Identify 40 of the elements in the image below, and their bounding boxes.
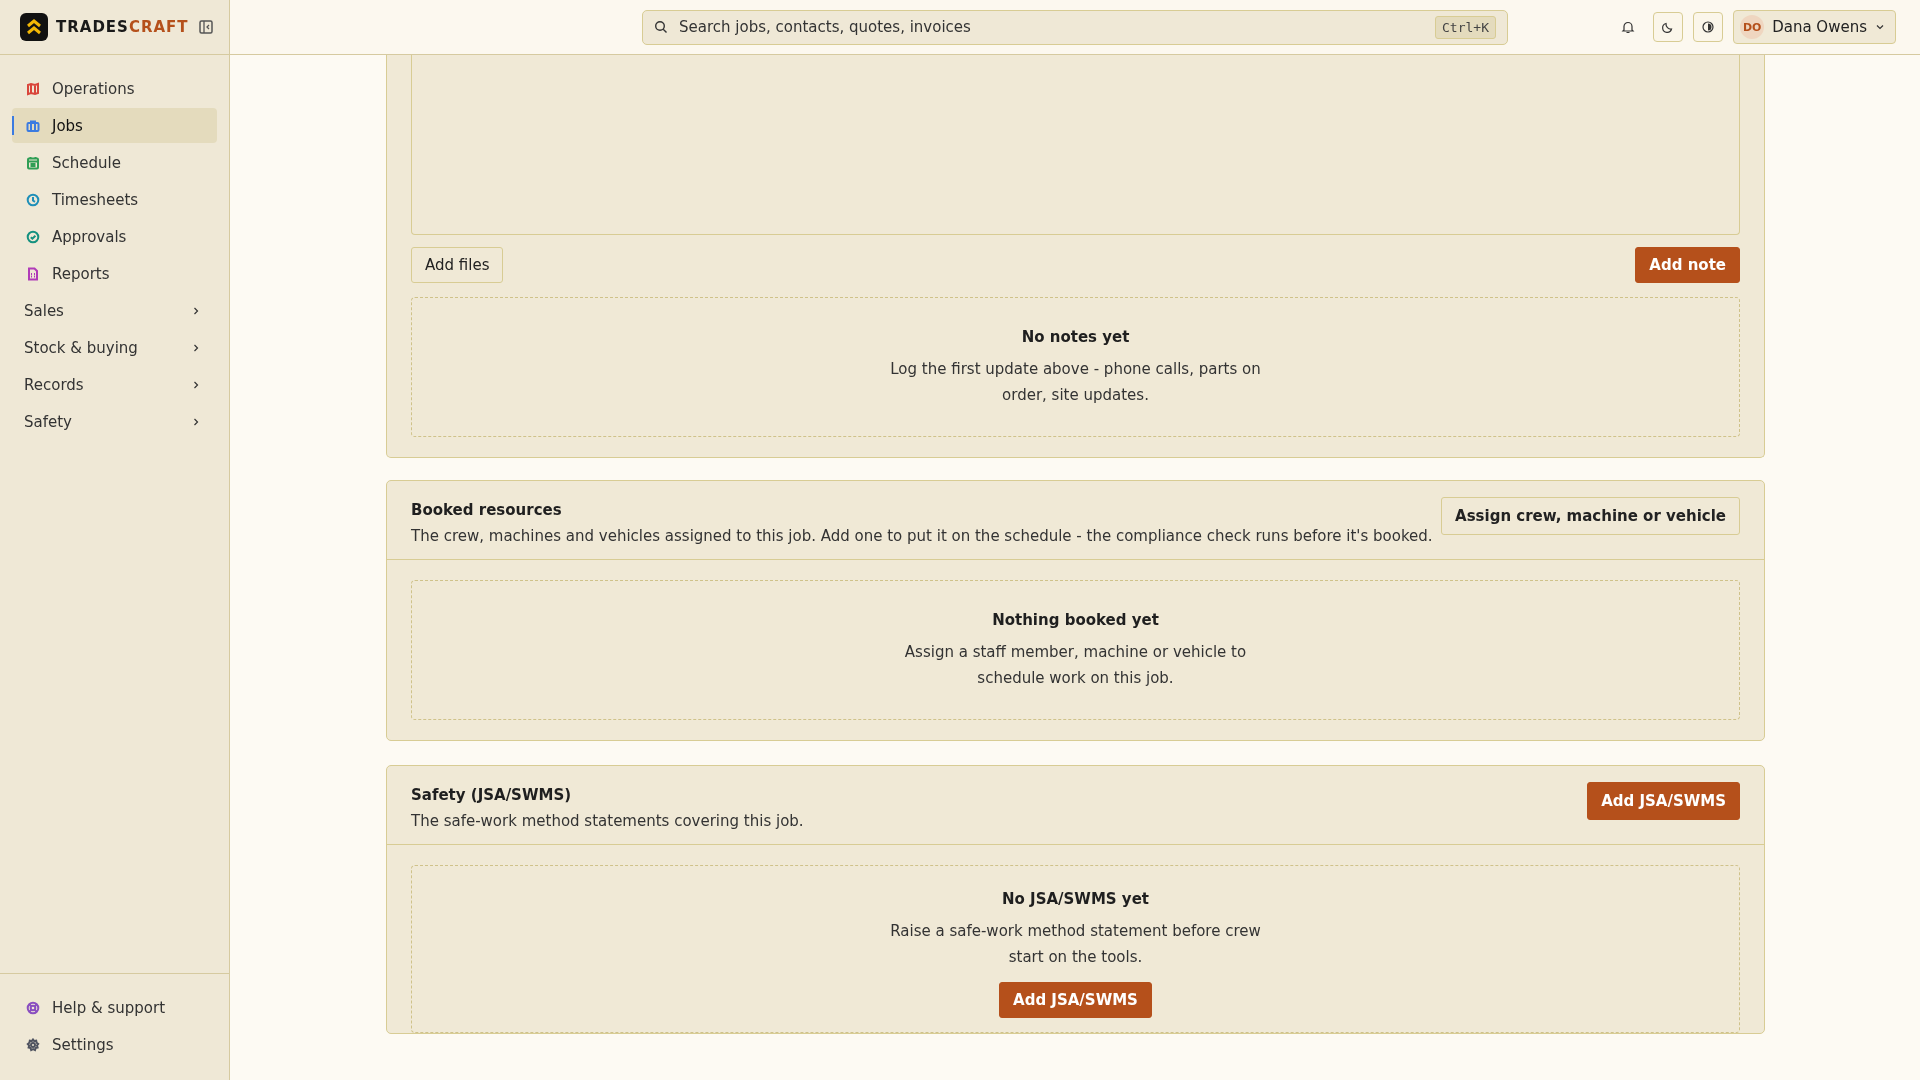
- user-menu[interactable]: DO Dana Owens: [1733, 10, 1896, 44]
- sidebar-item[interactable]: Help & support: [12, 990, 217, 1025]
- chevron-right-icon: [191, 342, 201, 353]
- empty-state-title: No JSA/SWMS yet: [1002, 890, 1149, 908]
- caret-icon: [1875, 22, 1885, 32]
- shortcut-key: Ctrl+K: [1435, 15, 1496, 39]
- primary-button[interactable]: Add note: [1635, 247, 1740, 283]
- section-description: The safe-work method statements covering this job.: [411, 812, 804, 830]
- empty-state-title: No notes yet: [1021, 328, 1130, 346]
- primary-button[interactable]: Add JSA/SWMS: [1587, 782, 1740, 820]
- chevron-right-icon: [191, 416, 201, 427]
- sidebar-item[interactable]: Timesheets: [12, 182, 217, 217]
- sidebar-item[interactable]: Records: [12, 367, 217, 402]
- empty-state-text: Log the first update above - phone calls, parts on order, site updates.: [889, 359, 1262, 406]
- sidebar-item[interactable]: Stock & buying: [12, 330, 217, 365]
- chevron-right-icon: [191, 379, 201, 390]
- empty-state-text: Assign a staff member, machine or vehicle to schedule work on this job.: [903, 642, 1248, 689]
- section-title: Booked resources: [411, 501, 563, 519]
- sidebar-item[interactable]: Operations: [12, 71, 217, 106]
- logo-icon: [20, 13, 48, 41]
- sidebar-item[interactable]: Reports: [12, 256, 217, 291]
- sidebar-item[interactable]: Settings: [12, 1027, 217, 1062]
- section-title: Safety (JSA/SWMS): [411, 786, 573, 804]
- sidebar-item[interactable]: Schedule: [12, 145, 217, 180]
- collapse-sidebar-icon[interactable]: [198, 20, 213, 34]
- sidebar-item[interactable]: Sales: [12, 293, 217, 328]
- chevron-right-icon: [191, 305, 201, 316]
- empty-state-title: Nothing booked yet: [992, 611, 1159, 629]
- secondary-button[interactable]: Add files: [411, 247, 504, 283]
- secondary-button[interactable]: Assign crew, machine or vehicle: [1441, 497, 1740, 535]
- sidebar-item[interactable]: Jobs: [12, 108, 217, 143]
- sidebar-item[interactable]: Safety: [12, 404, 217, 439]
- note-field[interactable]: [411, 55, 1740, 235]
- brand-name: TRADESCRAFT: [56, 18, 189, 36]
- empty-state-text: Raise a safe-work method statement before crew start on the tools.: [889, 921, 1262, 968]
- primary-button[interactable]: Add JSA/SWMS: [999, 982, 1152, 1018]
- sidebar-item[interactable]: Approvals: [12, 219, 217, 254]
- moon-icon[interactable]: [1653, 12, 1684, 42]
- contrast-icon[interactable]: [1693, 12, 1724, 42]
- section-description: The crew, machines and vehicles assigned to this job. Add one to put it on the schedule - the compliance check runs before it's booked.: [411, 527, 1433, 545]
